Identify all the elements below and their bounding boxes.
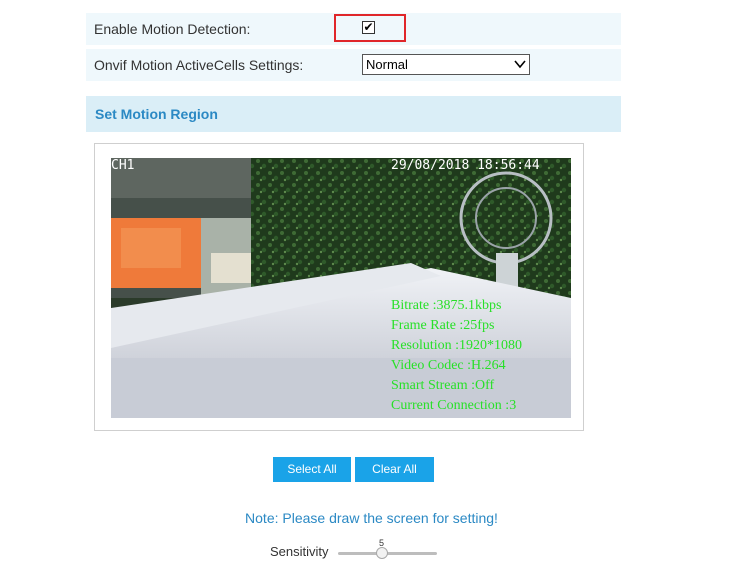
onvif-row: Onvif Motion ActiveCells Settings: Norma… [86, 49, 621, 81]
osd-frame-rate: Frame Rate :25fps [391, 318, 495, 333]
osd-codec: Video Codec :H.264 [391, 358, 506, 373]
osd-bitrate: Bitrate :3875.1kbps [391, 298, 502, 313]
onvif-select-value: Normal [366, 57, 408, 72]
note-text: Note: Please draw the screen for setting… [245, 510, 498, 526]
chevron-down-icon [514, 60, 526, 69]
video-frame: CH1 29/08/2018 18:56:44 Bitrate :3875.1k… [94, 143, 584, 431]
motion-detection-checkbox[interactable]: ✔ [362, 21, 375, 34]
timestamp: 29/08/2018 18:56:44 [391, 158, 540, 173]
onvif-select[interactable]: Normal [362, 54, 530, 75]
motion-detection-label: Enable Motion Detection: [94, 21, 251, 37]
osd-resolution: Resolution :1920*1080 [391, 338, 523, 353]
onvif-label: Onvif Motion ActiveCells Settings: [94, 57, 304, 73]
sensitivity-slider-handle[interactable] [376, 547, 388, 559]
section-title: Set Motion Region [95, 106, 218, 122]
motion-detection-row: Enable Motion Detection: ✔ [86, 13, 621, 45]
section-header: Set Motion Region [86, 96, 621, 132]
osd-smart-stream: Smart Stream :Off [391, 378, 495, 393]
motion-region-canvas[interactable]: CH1 29/08/2018 18:56:44 Bitrate :3875.1k… [111, 158, 571, 418]
clear-all-button[interactable]: Clear All [355, 457, 434, 482]
camera-preview-image [111, 158, 571, 418]
sensitivity-label: Sensitivity [270, 544, 329, 559]
osd-connection: Current Connection :3 [391, 398, 517, 413]
channel-label: CH1 [111, 158, 135, 173]
select-all-button[interactable]: Select All [273, 457, 351, 482]
